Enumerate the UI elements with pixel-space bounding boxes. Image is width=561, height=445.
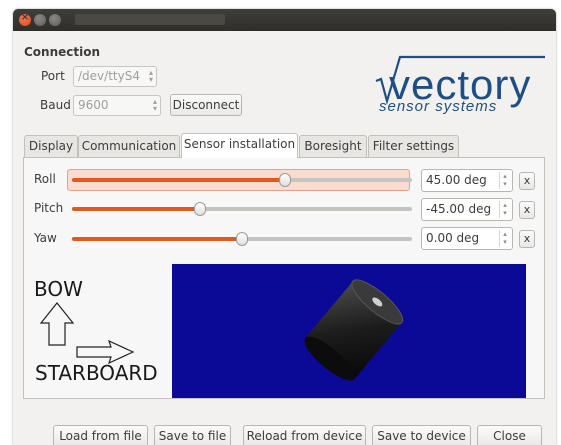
bow-label: BOW <box>34 277 83 301</box>
bow-arrow-icon <box>37 301 77 350</box>
tab-filter-settings[interactable]: Filter settings <box>368 135 459 157</box>
yaw-clear-button[interactable]: x <box>519 230 535 248</box>
pitch-slider-handle[interactable] <box>193 202 206 216</box>
pitch-value: -45.00 deg <box>426 202 492 216</box>
spin-arrows-icon[interactable]: ▴ ▾ <box>499 201 510 218</box>
combo-arrows-icon: ▴ ▾ <box>152 97 157 113</box>
starboard-label: STARBOARD <box>35 361 158 385</box>
minimize-icon[interactable] <box>34 14 46 26</box>
spin-arrows-icon[interactable]: ▴ ▾ <box>499 172 510 189</box>
connection-heading: Connection <box>24 45 101 59</box>
disconnect-button[interactable]: Disconnect <box>170 94 242 116</box>
yaw-slider-handle[interactable] <box>236 232 248 246</box>
port-value: /dev/ttyS4 <box>78 69 140 83</box>
close-icon[interactable]: × <box>19 12 31 26</box>
logo-tagline: sensor systems <box>379 98 497 115</box>
save-to-device-button[interactable]: Save to device <box>372 425 471 445</box>
sensor-3d-viewport[interactable] <box>172 264 526 398</box>
roll-slider-fill <box>72 178 285 182</box>
spin-arrows-icon[interactable]: ▴ ▾ <box>499 230 510 247</box>
reload-from-device-button[interactable]: Reload from device <box>243 425 366 445</box>
yaw-value: 0.00 deg <box>426 231 480 245</box>
maximize-icon[interactable] <box>49 14 61 26</box>
window-title <box>75 14 225 25</box>
roll-slider-handle[interactable] <box>278 173 291 187</box>
load-from-file-button[interactable]: Load from file <box>53 425 148 445</box>
port-label: Port <box>41 69 65 83</box>
vectory-logo: vectory sensor systems <box>373 45 548 115</box>
roll-slider[interactable] <box>72 173 412 187</box>
port-select[interactable]: /dev/ttyS4 ▴ ▾ <box>73 66 157 87</box>
tab-sensor-installation[interactable]: Sensor installation <box>181 133 298 158</box>
title-bar: × <box>13 9 556 31</box>
pitch-value-spinbox[interactable]: -45.00 deg ▴ ▾ <box>421 198 513 221</box>
baud-value: 9600 <box>78 98 109 112</box>
sensor-model <box>304 279 404 381</box>
yaw-label: Yaw <box>34 231 57 245</box>
yaw-slider-fill <box>72 237 242 241</box>
baud-label: Baud <box>40 98 71 112</box>
yaw-value-spinbox[interactable]: 0.00 deg ▴ ▾ <box>421 227 513 250</box>
tab-display[interactable]: Display <box>24 135 78 157</box>
main-window: × Connection Port /dev/ttyS4 ▴ ▾ Baud 960… <box>13 9 556 445</box>
close-button[interactable]: Close <box>477 425 542 445</box>
pitch-label: Pitch <box>34 201 64 215</box>
roll-clear-button[interactable]: x <box>519 172 535 190</box>
pitch-clear-button[interactable]: x <box>519 201 535 219</box>
roll-value-spinbox[interactable]: 45.00 deg ▴ ▾ <box>421 169 513 192</box>
yaw-slider[interactable] <box>72 232 412 246</box>
baud-select[interactable]: 9600 ▴ ▾ <box>73 95 161 116</box>
roll-label: Roll <box>34 172 56 186</box>
tab-communication[interactable]: Communication <box>78 135 180 157</box>
vectory-logo-graphic: vectory sensor systems <box>375 55 545 115</box>
save-to-file-button[interactable]: Save to file <box>154 425 231 445</box>
tab-boresight[interactable]: Boresight <box>299 135 367 157</box>
roll-value: 45.00 deg <box>426 173 487 187</box>
pitch-slider-fill <box>72 207 200 211</box>
combo-arrows-icon: ▴ ▾ <box>148 68 153 84</box>
pitch-slider[interactable] <box>72 202 412 216</box>
